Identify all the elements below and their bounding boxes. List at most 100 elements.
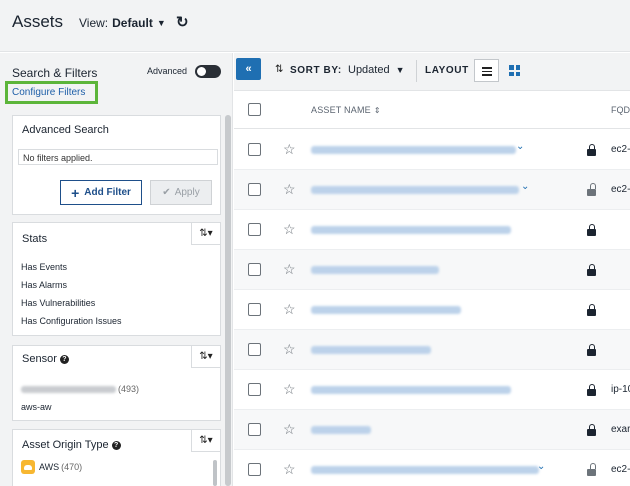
table-row[interactable]: ☆	[234, 210, 630, 250]
chevron-down-icon[interactable]: ⌄	[537, 461, 545, 472]
table-row[interactable]: ☆ ⌄ ec2-	[234, 450, 630, 486]
table-row[interactable]: ☆	[234, 330, 630, 370]
sensor-title: Sensor?	[22, 353, 69, 365]
page-header: Assets View: Default ▼ ↻	[0, 0, 630, 52]
collapse-sidebar-button[interactable]: «	[236, 58, 261, 80]
stats-panel: Stats ⇅▾ Has Events Has Alarms Has Vulne…	[12, 222, 221, 336]
fqdn-cell: exar	[611, 424, 630, 435]
plus-icon: +	[71, 184, 80, 201]
chevron-down-icon: ▼	[156, 18, 166, 28]
select-all-checkbox[interactable]	[248, 103, 261, 116]
table-row[interactable]: ☆	[234, 250, 630, 290]
row-checkbox[interactable]	[248, 263, 261, 276]
row-checkbox[interactable]	[248, 143, 261, 156]
row-checkbox[interactable]	[248, 183, 261, 196]
chevron-down-icon[interactable]: ⌄	[521, 181, 529, 192]
asset-origin-type-title-text: Asset Origin Type	[22, 439, 109, 451]
asset-origin-type-title: Asset Origin Type?	[22, 439, 121, 451]
table-row[interactable]: ☆ ⌄ ec2-	[234, 170, 630, 210]
configure-filters-link[interactable]: Configure Filters	[5, 81, 98, 104]
view-selector[interactable]: View: Default ▼	[79, 16, 166, 30]
filters-sidebar: Search & Filters Advanced Configure Filt…	[0, 53, 233, 486]
sort-icon[interactable]: ⇅▾	[191, 346, 220, 368]
column-header-fqdn[interactable]: FQD	[611, 105, 630, 115]
stats-title: Stats	[22, 233, 48, 245]
page-title: Assets	[12, 12, 64, 31]
lock-icon	[587, 224, 596, 236]
panel-scrollbar[interactable]	[213, 460, 217, 486]
help-icon[interactable]: ?	[59, 355, 69, 364]
table-row[interactable]: ☆ ip-10	[234, 370, 630, 410]
fqdn-cell: ec2-	[611, 464, 630, 475]
row-checkbox[interactable]	[248, 223, 261, 236]
asset-name-redacted[interactable]	[311, 386, 511, 394]
grid-view-icon[interactable]	[509, 65, 520, 76]
asset-name-redacted[interactable]	[311, 226, 511, 234]
star-icon[interactable]: ☆	[283, 422, 296, 436]
results-toolbar: « ⇅ SORT BY: Updated ▼ LAYOUT	[234, 53, 630, 91]
row-checkbox[interactable]	[248, 343, 261, 356]
star-icon[interactable]: ☆	[283, 222, 296, 236]
lock-icon	[587, 264, 596, 276]
star-icon[interactable]: ☆	[283, 342, 296, 356]
advanced-search-title: Advanced Search	[22, 124, 109, 136]
advanced-toggle[interactable]	[195, 65, 221, 78]
chevron-down-icon: ▼	[395, 65, 405, 75]
refresh-icon[interactable]: ↻	[176, 13, 189, 31]
table-row[interactable]: ☆	[234, 290, 630, 330]
column-header-asset-name[interactable]: ASSET NAME ⇕	[311, 105, 381, 115]
asset-name-redacted[interactable]	[311, 426, 371, 434]
sort-icon[interactable]: ⇅▾	[191, 223, 220, 245]
advanced-search-input[interactable]: No filters applied.	[18, 149, 218, 165]
divider	[416, 60, 417, 82]
row-checkbox[interactable]	[248, 423, 261, 436]
table-row[interactable]: ☆ exar	[234, 410, 630, 450]
sensor-panel: Sensor? ⇅▾ (493) aws-aw	[12, 345, 221, 421]
fqdn-cell: ip-10	[611, 384, 630, 395]
star-icon[interactable]: ☆	[283, 302, 296, 316]
star-icon[interactable]: ☆	[283, 382, 296, 396]
advanced-search-panel: Advanced Search No filters applied. + Ad…	[12, 115, 221, 215]
list-view-icon[interactable]	[474, 59, 499, 82]
star-icon[interactable]: ☆	[283, 462, 296, 476]
sort-by-select[interactable]: Updated ▼	[348, 64, 405, 76]
stat-item-has-alarms[interactable]: Has Alarms	[21, 280, 67, 290]
lock-icon	[587, 384, 596, 396]
asset-name-redacted[interactable]	[311, 186, 519, 194]
asset-name-redacted[interactable]	[311, 306, 461, 314]
asset-name-redacted[interactable]	[311, 266, 439, 274]
sort-icon[interactable]: ⇅▾	[191, 430, 220, 452]
help-icon[interactable]: ?	[111, 441, 121, 450]
stat-item-has-vulnerabilities[interactable]: Has Vulnerabilities	[21, 298, 95, 308]
lock-icon	[587, 144, 596, 156]
apply-button[interactable]: ✔ Apply	[150, 180, 212, 205]
origin-item-aws[interactable]: AWS (470)	[21, 460, 82, 474]
lock-icon	[587, 344, 596, 356]
assets-table: ASSET NAME⇕ FQD ☆ ⌄ ec2- ☆ ⌄ ec2- ☆ ☆ ☆ ☆ ☆ ip-10 ☆ e…	[234, 91, 630, 486]
table-header: ASSET NAME ⇕ FQD	[234, 91, 630, 129]
row-checkbox[interactable]	[248, 303, 261, 316]
fqdn-cell: ec2-	[611, 144, 630, 155]
sensor-item[interactable]: (493)	[21, 384, 139, 394]
asset-name-redacted[interactable]	[311, 466, 539, 474]
lock-icon	[587, 304, 596, 316]
star-icon[interactable]: ☆	[283, 182, 296, 196]
star-icon[interactable]: ☆	[283, 262, 296, 276]
table-row[interactable]: ☆ ⌄ ec2-	[234, 130, 630, 170]
stat-item-has-configuration-issues[interactable]: Has Configuration Issues	[21, 316, 122, 326]
sidebar-scrollbar[interactable]	[225, 115, 231, 486]
view-label: View:	[79, 16, 109, 30]
row-checkbox[interactable]	[248, 463, 261, 476]
star-icon[interactable]: ☆	[283, 142, 296, 156]
add-filter-button[interactable]: + Add Filter	[60, 180, 142, 205]
sort-order-icon[interactable]: ⇅	[275, 64, 283, 75]
chevron-down-icon[interactable]: ⌄	[516, 141, 524, 152]
apply-label: Apply	[174, 187, 200, 198]
view-value: Default	[112, 16, 153, 30]
stat-item-has-events[interactable]: Has Events	[21, 262, 67, 272]
row-checkbox[interactable]	[248, 383, 261, 396]
origin-label: AWS	[39, 462, 60, 472]
sensor-item[interactable]: aws-aw	[21, 402, 52, 412]
asset-name-redacted[interactable]	[311, 146, 516, 154]
asset-name-redacted[interactable]	[311, 346, 431, 354]
